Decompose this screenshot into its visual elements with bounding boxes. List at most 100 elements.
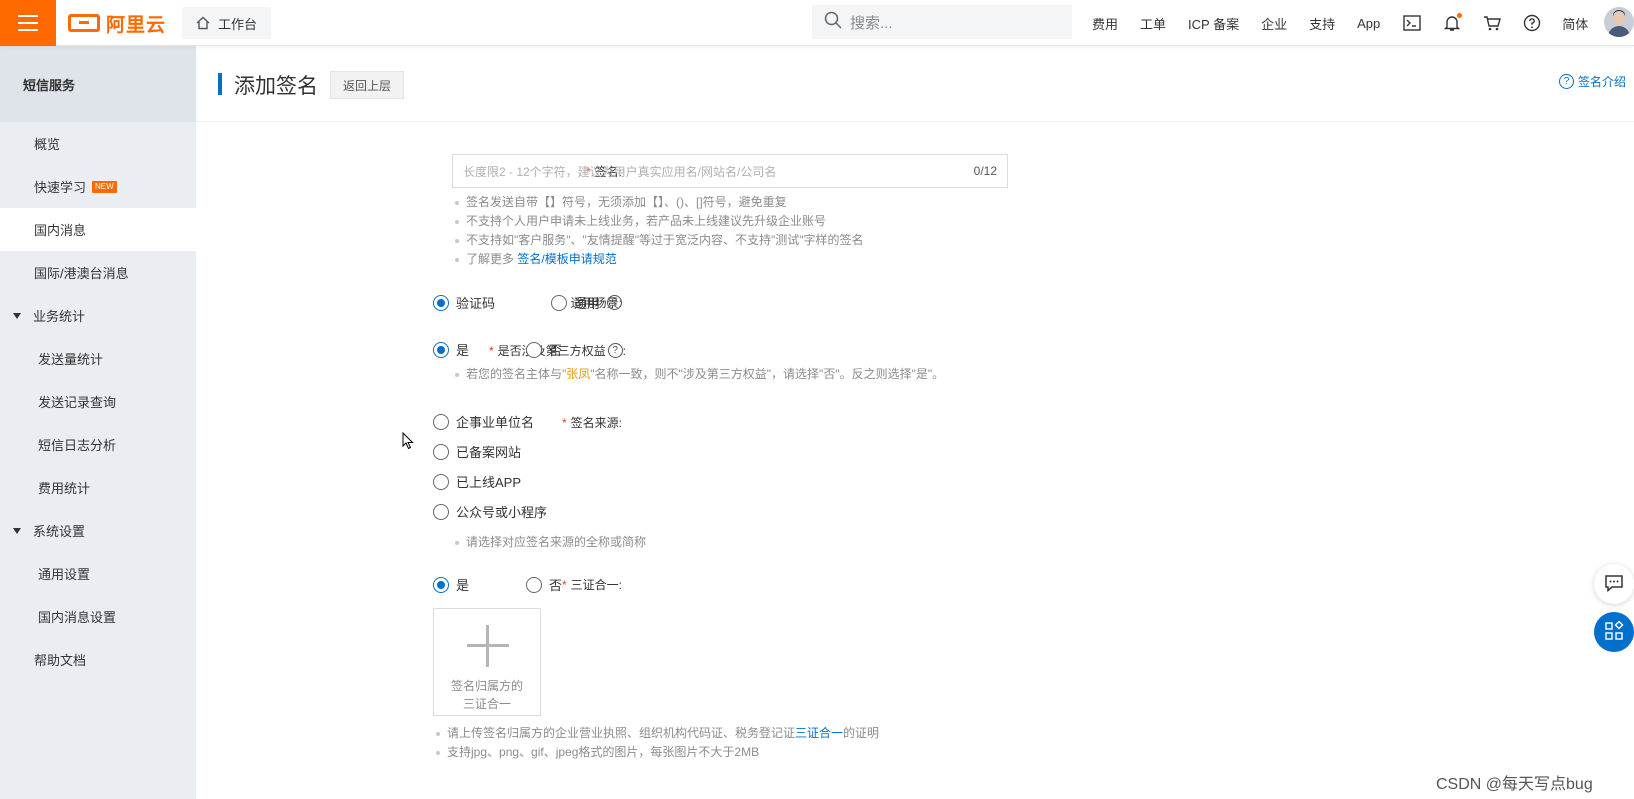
sidebar-item-label: 快速学习: [34, 180, 87, 195]
sidebar: 短信服务 概览 快速学习 NEW 国内消息 国际/港澳台消息 业务统计 发送量统计…: [0, 46, 196, 799]
sidebar-item-send-records[interactable]: 发送记录查询: [0, 380, 196, 423]
radio-unchecked-icon: [433, 413, 449, 430]
radio-source-official-account[interactable]: 公众号或小程序: [433, 502, 547, 521]
source-tip: 请选择对应签名来源的全称或简称: [452, 533, 646, 552]
workbench-label: 工作台: [218, 16, 258, 32]
csdn-watermark: CSDN @每天写点bug: [1436, 776, 1593, 793]
signature-input[interactable]: 长度限2 - 12个字符，建议为用户真实应用名/网站名/公司名 0/12: [452, 154, 1008, 188]
third-party-tip: 若您的签名主体与"张凤"名称一致，则不"涉及第三方权益"，请选择"否"。反之则选…: [452, 365, 944, 384]
radio-unchecked-icon: [526, 576, 542, 593]
apps-icon: [1604, 619, 1624, 644]
sidebar-item-fee-stats[interactable]: 费用统计: [0, 466, 196, 509]
sidebar-group-label: 业务统计: [33, 309, 86, 324]
sidebar-group-business-stats[interactable]: 业务统计: [0, 294, 196, 337]
three-in-one-link[interactable]: 三证合一: [795, 726, 843, 740]
sidebar-item-quick-learn[interactable]: 快速学习 NEW: [0, 165, 196, 208]
radio-unchecked-icon: [433, 473, 449, 490]
upload-box[interactable]: 签名归属方的 三证合一: [433, 608, 541, 716]
new-badge: NEW: [92, 180, 117, 193]
sidebar-item-log-analysis[interactable]: 短信日志分析: [0, 423, 196, 466]
notification-dot: [1457, 13, 1463, 18]
radio-source-enterprise[interactable]: 企事业单位名: [433, 412, 534, 431]
mouse-cursor-icon: [402, 431, 414, 453]
user-avatar[interactable]: [1604, 7, 1634, 37]
radio-unchecked-icon: [433, 443, 449, 460]
question-icon[interactable]: ?: [607, 295, 623, 310]
chat-icon: [1604, 574, 1624, 595]
menu-icon[interactable]: [0, 0, 56, 46]
search-input[interactable]: 搜索...: [812, 5, 1072, 39]
nav-support[interactable]: 支持: [1309, 14, 1335, 33]
radio-source-website[interactable]: 已备案网站: [433, 442, 521, 461]
sidebar-item-international[interactable]: 国际/港澳台消息: [0, 251, 196, 294]
signature-placeholder: 长度限2 - 12个字符，建议为用户真实应用名/网站名/公司名: [463, 164, 777, 179]
sidebar-item-label: 国内消息: [34, 223, 87, 238]
sidebar-item-overview[interactable]: 概览: [0, 122, 196, 165]
signature-intro-link[interactable]: ? 签名介绍: [1558, 73, 1626, 90]
nav-icp[interactable]: ICP 备案: [1188, 14, 1239, 33]
nav-app[interactable]: App: [1357, 16, 1380, 31]
tip-item: 签名发送自带【】符号，无须添加【】、()、[]符号，避免重复: [452, 193, 864, 212]
back-button[interactable]: 返回上层: [330, 71, 405, 99]
sidebar-item-label: 发送量统计: [38, 352, 104, 367]
terminal-icon[interactable]: [1402, 13, 1422, 33]
sidebar-item-label: 国内消息设置: [38, 610, 117, 625]
logo-mark-icon: [68, 14, 100, 32]
tip-item: 请上传签名归属方的企业营业执照、组织机构代码证、税务登记证三证合一的证明: [433, 724, 879, 743]
sidebar-title: 短信服务: [0, 46, 196, 122]
sidebar-item-label: 通用设置: [38, 567, 91, 582]
main-content: 添加签名 返回上层 ? 签名介绍 * 签名: 长度限2 - 12个字符，建议为用户…: [196, 46, 1634, 799]
language-switch[interactable]: 简体: [1562, 14, 1588, 33]
radio-third-party-no[interactable]: 否: [526, 340, 562, 359]
sidebar-item-general-settings[interactable]: 通用设置: [0, 552, 196, 595]
radio-source-app[interactable]: 已上线APP: [433, 472, 521, 491]
sidebar-item-domestic-settings[interactable]: 国内消息设置: [0, 595, 196, 638]
tip-item: 了解更多 签名/模板申请规范: [452, 250, 864, 269]
sidebar-item-label: 帮助文档: [34, 653, 87, 668]
workbench-button[interactable]: 工作台: [182, 7, 272, 39]
nav-enterprise[interactable]: 企业: [1261, 14, 1287, 33]
radio-checked-icon: [433, 294, 449, 311]
tip-item: 若您的签名主体与"张凤"名称一致，则不"涉及第三方权益"，请选择"否"。反之则选…: [452, 365, 944, 384]
upload-label: 签名归属方的 三证合一: [450, 679, 523, 711]
sidebar-item-domestic[interactable]: 国内消息: [0, 208, 196, 251]
radio-unchecked-icon: [551, 294, 567, 311]
top-bar: 阿里云 工作台 搜索... 费用 工单 ICP 备案 企业 支持 App 简体: [0, 0, 1634, 46]
tip-item: 不支持个人用户申请未上线业务，若产品未上线建议先升级企业账号: [452, 212, 864, 231]
spec-link[interactable]: 签名/模板申请规范: [517, 252, 616, 266]
logo-text: 阿里云: [106, 14, 167, 36]
radio-checked-icon: [433, 341, 449, 358]
sidebar-item-label: 发送记录查询: [38, 395, 117, 410]
radio-checked-icon: [433, 576, 449, 593]
title-accent-bar: [218, 73, 222, 95]
question-icon[interactable]: ?: [607, 343, 623, 358]
home-icon: [196, 16, 210, 30]
radio-unchecked-icon: [526, 341, 542, 358]
help-icon[interactable]: [1522, 13, 1542, 33]
caret-down-icon: [13, 527, 21, 534]
radio-three-in-one-yes[interactable]: 是: [433, 575, 469, 594]
intro-label: 签名介绍: [1577, 75, 1626, 89]
sidebar-item-label: 国际/港澳台消息: [34, 266, 129, 281]
sidebar-item-label: 费用统计: [38, 481, 91, 496]
radio-third-party-yes[interactable]: 是: [433, 340, 469, 359]
sidebar-group-system-settings[interactable]: 系统设置: [0, 509, 196, 552]
radio-unchecked-icon: [433, 503, 449, 520]
radio-verification-code[interactable]: 验证码: [433, 293, 495, 312]
caret-down-icon: [13, 312, 21, 319]
nav-fees[interactable]: 费用: [1092, 14, 1118, 33]
upload-tips: 请上传签名归属方的企业营业执照、组织机构代码证、税务登记证三证合一的证明 支持j…: [433, 724, 879, 762]
source-label: * 签名来源:: [561, 416, 622, 430]
sidebar-item-send-stats[interactable]: 发送量统计: [0, 337, 196, 380]
page-header: 添加签名 返回上层 ? 签名介绍: [196, 46, 1634, 122]
chat-button[interactable]: [1594, 564, 1634, 604]
nav-tickets[interactable]: 工单: [1140, 14, 1166, 33]
apps-button[interactable]: [1594, 612, 1634, 652]
radio-general[interactable]: 通用?: [551, 293, 623, 312]
top-nav: 费用 工单 ICP 备案 企业 支持 App 简体: [1092, 0, 1610, 46]
radio-three-in-one-no[interactable]: 否: [526, 575, 562, 594]
aliyun-logo[interactable]: 阿里云: [68, 10, 166, 36]
bell-icon[interactable]: [1442, 13, 1463, 33]
cart-icon[interactable]: [1482, 13, 1502, 33]
sidebar-item-help-docs[interactable]: 帮助文档: [0, 638, 196, 681]
